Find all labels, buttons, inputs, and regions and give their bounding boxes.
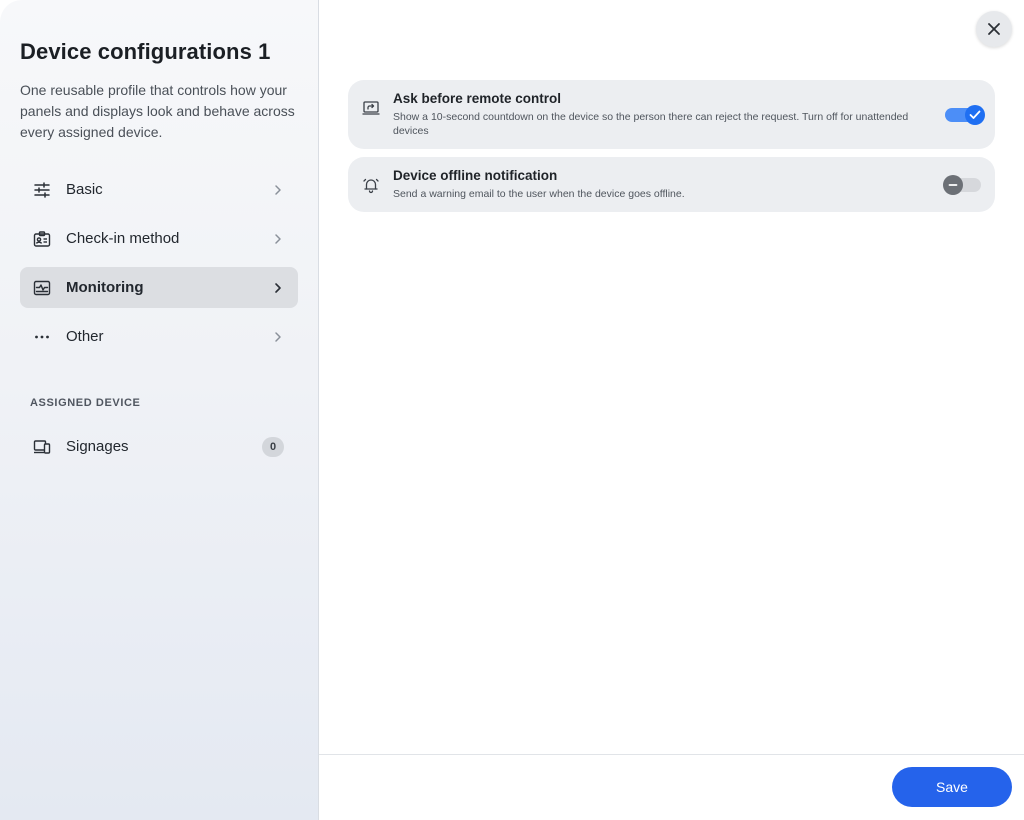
sidebar-item-label: Basic [66, 181, 103, 198]
settings-list: Ask before remote control Show a 10-seco… [348, 80, 995, 220]
setting-text: Device offline notification Send a warni… [393, 168, 981, 201]
setting-title: Device offline notification [393, 168, 558, 183]
chevron-right-icon [272, 233, 284, 245]
sidebar-item-label: Check-in method [66, 230, 180, 247]
id-badge-icon [32, 229, 52, 249]
devices-icon [32, 437, 52, 457]
device-config-modal: Device configurations 1 One reusable pro… [0, 0, 1024, 820]
offline-notification-toggle[interactable] [943, 174, 981, 195]
chevron-right-icon [272, 331, 284, 343]
chevron-right-icon [272, 282, 284, 294]
sidebar-item-label: Signages [66, 438, 129, 455]
close-icon [987, 22, 1001, 36]
main-panel: Ask before remote control Show a 10-seco… [319, 0, 1024, 820]
section-label-assigned-device: ASSIGNED DEVICE [30, 397, 141, 409]
save-button[interactable]: Save [892, 767, 1012, 807]
setting-text: Ask before remote control Show a 10-seco… [393, 91, 981, 138]
sliders-icon [32, 180, 52, 200]
minus-icon [943, 174, 963, 195]
setting-title: Ask before remote control [393, 91, 562, 106]
sidebar-item-label: Other [66, 328, 104, 345]
sidebar: Device configurations 1 One reusable pro… [0, 0, 319, 820]
footer-bar: Save [319, 754, 1024, 820]
close-button[interactable] [976, 11, 1012, 47]
sidebar-item-check-in-method[interactable]: Check-in method [20, 218, 298, 259]
check-icon [965, 104, 985, 125]
sidebar-nav: Basic Check-in method Monitoring Other [20, 169, 298, 357]
remote-screen-icon [362, 99, 380, 117]
sidebar-item-basic[interactable]: Basic [20, 169, 298, 210]
setting-ask-before-remote-control: Ask before remote control Show a 10-seco… [348, 80, 995, 149]
page-title: Device configurations 1 [20, 39, 271, 64]
sidebar-item-monitoring[interactable]: Monitoring [20, 267, 298, 308]
monitoring-icon [32, 278, 52, 298]
setting-description: Show a 10-second countdown on the device… [393, 111, 909, 137]
more-dots-icon [32, 327, 52, 347]
page-description: One reusable profile that controls how y… [20, 82, 295, 140]
bell-icon [362, 176, 380, 194]
remote-control-toggle[interactable] [945, 104, 985, 125]
setting-description: Send a warning email to the user when th… [393, 188, 685, 200]
count-badge: 0 [262, 436, 284, 457]
setting-device-offline-notification: Device offline notification Send a warni… [348, 157, 995, 212]
chevron-right-icon [272, 184, 284, 196]
sidebar-item-signages[interactable]: Signages 0 [20, 426, 298, 467]
sidebar-item-label: Monitoring [66, 279, 144, 296]
sidebar-item-other[interactable]: Other [20, 316, 298, 357]
